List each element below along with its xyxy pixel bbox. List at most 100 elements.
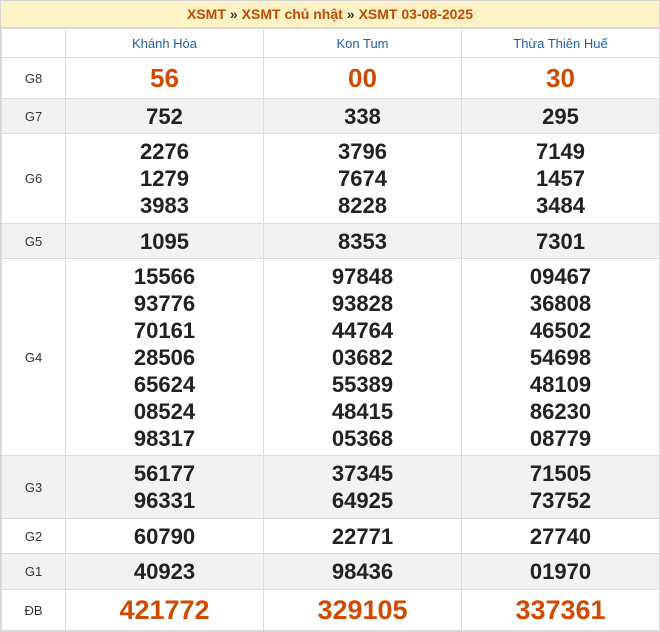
result-number: 96331	[133, 488, 196, 513]
result-cell-kon-tum: 37345 64925	[263, 455, 462, 519]
breadcrumb: XSMT» XSMT chủ nhật» XSMT 03-08-2025	[1, 1, 659, 28]
result-number: 55389	[331, 371, 394, 397]
prize-label: G5	[1, 223, 66, 259]
result-number: 27740	[529, 523, 592, 549]
result-cell-khanh-hoa: 15566 93776 70161 28506 65624 08524 98317	[65, 258, 264, 456]
result-cell-kon-tum: 3796 7674 8228	[263, 133, 462, 224]
result-number: 329105	[317, 594, 408, 625]
province-header-thua-thien-hue[interactable]: Thừa Thiên Huế	[461, 28, 660, 58]
result-cell-khanh-hoa: 60790	[65, 518, 264, 554]
result-number: 7674	[338, 166, 387, 191]
result-number: 44764	[331, 317, 394, 343]
result-number: 3796	[338, 139, 387, 164]
result-number: 05368	[331, 425, 394, 451]
breadcrumb-link-xsmt[interactable]: XSMT	[187, 6, 226, 22]
result-number: 1279	[140, 166, 189, 191]
result-number: 65624	[133, 371, 196, 397]
prize-row-g2: G2 60790 22771 27740	[1, 518, 660, 554]
result-number: 1457	[536, 166, 585, 191]
result-cell-thua-thien-hue: 01970	[461, 553, 660, 590]
result-number: 97848	[331, 263, 394, 289]
result-cell-khanh-hoa: 56177 96331	[65, 455, 264, 519]
result-number: 2276	[140, 139, 189, 164]
prize-row-g8: G8 56 00 30	[1, 57, 660, 99]
prize-label: ĐB	[1, 589, 66, 631]
result-cell-thua-thien-hue: 30	[461, 57, 660, 99]
result-cell-thua-thien-hue: 71505 73752	[461, 455, 660, 519]
breadcrumb-separator: »	[346, 6, 355, 22]
result-number: 00	[348, 62, 377, 93]
result-number: 03682	[331, 344, 394, 370]
result-number: 37345	[331, 461, 394, 486]
result-number: 28506	[133, 344, 196, 370]
result-number: 93776	[133, 290, 196, 316]
result-cell-khanh-hoa: 2276 1279 3983	[65, 133, 264, 224]
prize-label: G7	[1, 98, 66, 134]
header-prize-col	[1, 28, 66, 58]
result-cell-khanh-hoa: 421772	[65, 589, 264, 631]
prize-row-db: ĐB 421772 329105 337361	[1, 589, 660, 631]
result-cell-kon-tum: 329105	[263, 589, 462, 631]
result-cell-kon-tum: 00	[263, 57, 462, 99]
result-cell-khanh-hoa: 40923	[65, 553, 264, 590]
result-number: 48415	[331, 398, 394, 424]
result-number: 338	[344, 103, 381, 129]
result-cell-thua-thien-hue: 337361	[461, 589, 660, 631]
result-number: 93828	[331, 290, 394, 316]
province-header-kon-tum[interactable]: Kon Tum	[263, 28, 462, 58]
result-number: 15566	[133, 263, 196, 289]
result-cell-thua-thien-hue: 7149 1457 3484	[461, 133, 660, 224]
result-number: 64925	[331, 488, 394, 513]
result-number: 7149	[536, 139, 585, 164]
result-cell-khanh-hoa: 1095	[65, 223, 264, 259]
result-number: 48109	[529, 371, 592, 397]
result-number: 30	[546, 62, 575, 93]
result-cell-thua-thien-hue: 09467 36808 46502 54698 48109 86230 08779	[461, 258, 660, 456]
result-number: 22771	[331, 523, 394, 549]
breadcrumb-link-xsmt-date[interactable]: XSMT 03-08-2025	[359, 6, 473, 22]
result-cell-thua-thien-hue: 7301	[461, 223, 660, 259]
result-number: 40923	[133, 559, 196, 584]
result-number: 09467	[529, 263, 592, 289]
prize-label: G8	[1, 57, 66, 99]
result-number: 1095	[140, 228, 189, 254]
result-number: 752	[146, 103, 183, 129]
prize-row-g7: G7 752 338 295	[1, 98, 660, 134]
province-header-khanh-hoa[interactable]: Khánh Hòa	[65, 28, 264, 58]
result-number: 01970	[529, 559, 592, 584]
prize-label: G4	[1, 258, 66, 456]
prize-row-g1: G1 40923 98436 01970	[1, 553, 660, 590]
result-number: 08524	[133, 398, 196, 424]
result-number: 73752	[529, 488, 592, 513]
prize-row-g5: G5 1095 8353 7301	[1, 223, 660, 259]
prize-label: G3	[1, 455, 66, 519]
result-number: 295	[542, 103, 579, 129]
result-cell-kon-tum: 98436	[263, 553, 462, 590]
result-number: 56177	[133, 461, 196, 486]
result-number: 60790	[133, 523, 196, 549]
prize-label: G2	[1, 518, 66, 554]
result-cell-khanh-hoa: 56	[65, 57, 264, 99]
result-number: 71505	[529, 461, 592, 486]
prize-row-g4: G4 15566 93776 70161 28506 65624 08524 98317 978…	[1, 258, 660, 456]
result-number: 7301	[536, 228, 585, 254]
result-cell-kon-tum: 8353	[263, 223, 462, 259]
result-cell-kon-tum: 338	[263, 98, 462, 134]
result-number: 56	[150, 62, 179, 93]
result-number: 421772	[119, 594, 210, 625]
result-number: 54698	[529, 344, 592, 370]
result-number: 46502	[529, 317, 592, 343]
result-number: 98436	[331, 559, 394, 584]
prize-label: G6	[1, 133, 66, 224]
table-header-row: Khánh Hòa Kon Tum Thừa Thiên Huế	[1, 28, 660, 58]
result-number: 98317	[133, 425, 196, 451]
breadcrumb-separator: »	[229, 6, 238, 22]
result-cell-khanh-hoa: 752	[65, 98, 264, 134]
result-number: 3484	[536, 193, 585, 218]
result-cell-thua-thien-hue: 295	[461, 98, 660, 134]
prize-label: G1	[1, 553, 66, 590]
result-number: 08779	[529, 425, 592, 451]
result-number: 8228	[338, 193, 387, 218]
result-cell-kon-tum: 22771	[263, 518, 462, 554]
breadcrumb-link-xsmt-sunday[interactable]: XSMT chủ nhật	[242, 6, 343, 22]
